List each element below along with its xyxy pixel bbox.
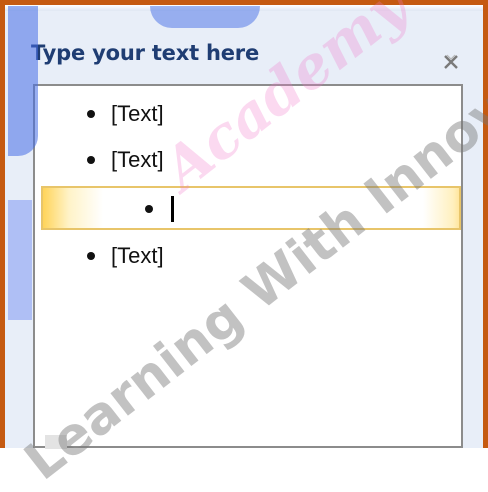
text-pane-window: Type your text here [Text] [Text] [Text] [0, 0, 488, 449]
list-item-text: [Text] [111, 147, 164, 172]
bullet-icon [87, 110, 95, 118]
text-cursor [171, 196, 174, 222]
resize-grip[interactable] [45, 435, 67, 449]
bullet-icon [145, 205, 153, 213]
list-item-text: [Text] [111, 243, 164, 268]
list-item[interactable]: [Text] [87, 238, 164, 274]
window-top-edge [5, 5, 483, 11]
bullet-icon [87, 252, 95, 260]
text-entry-area[interactable]: [Text] [Text] [Text] [33, 84, 463, 448]
list-item[interactable]: [Text] [87, 96, 164, 132]
active-list-item[interactable] [41, 186, 461, 230]
list-item[interactable] [145, 191, 174, 227]
bullet-icon [87, 156, 95, 164]
list-item[interactable]: [Text] [87, 142, 164, 178]
close-icon[interactable] [441, 52, 461, 72]
list-item-text: [Text] [111, 101, 164, 126]
pane-title: Type your text here [31, 41, 260, 65]
